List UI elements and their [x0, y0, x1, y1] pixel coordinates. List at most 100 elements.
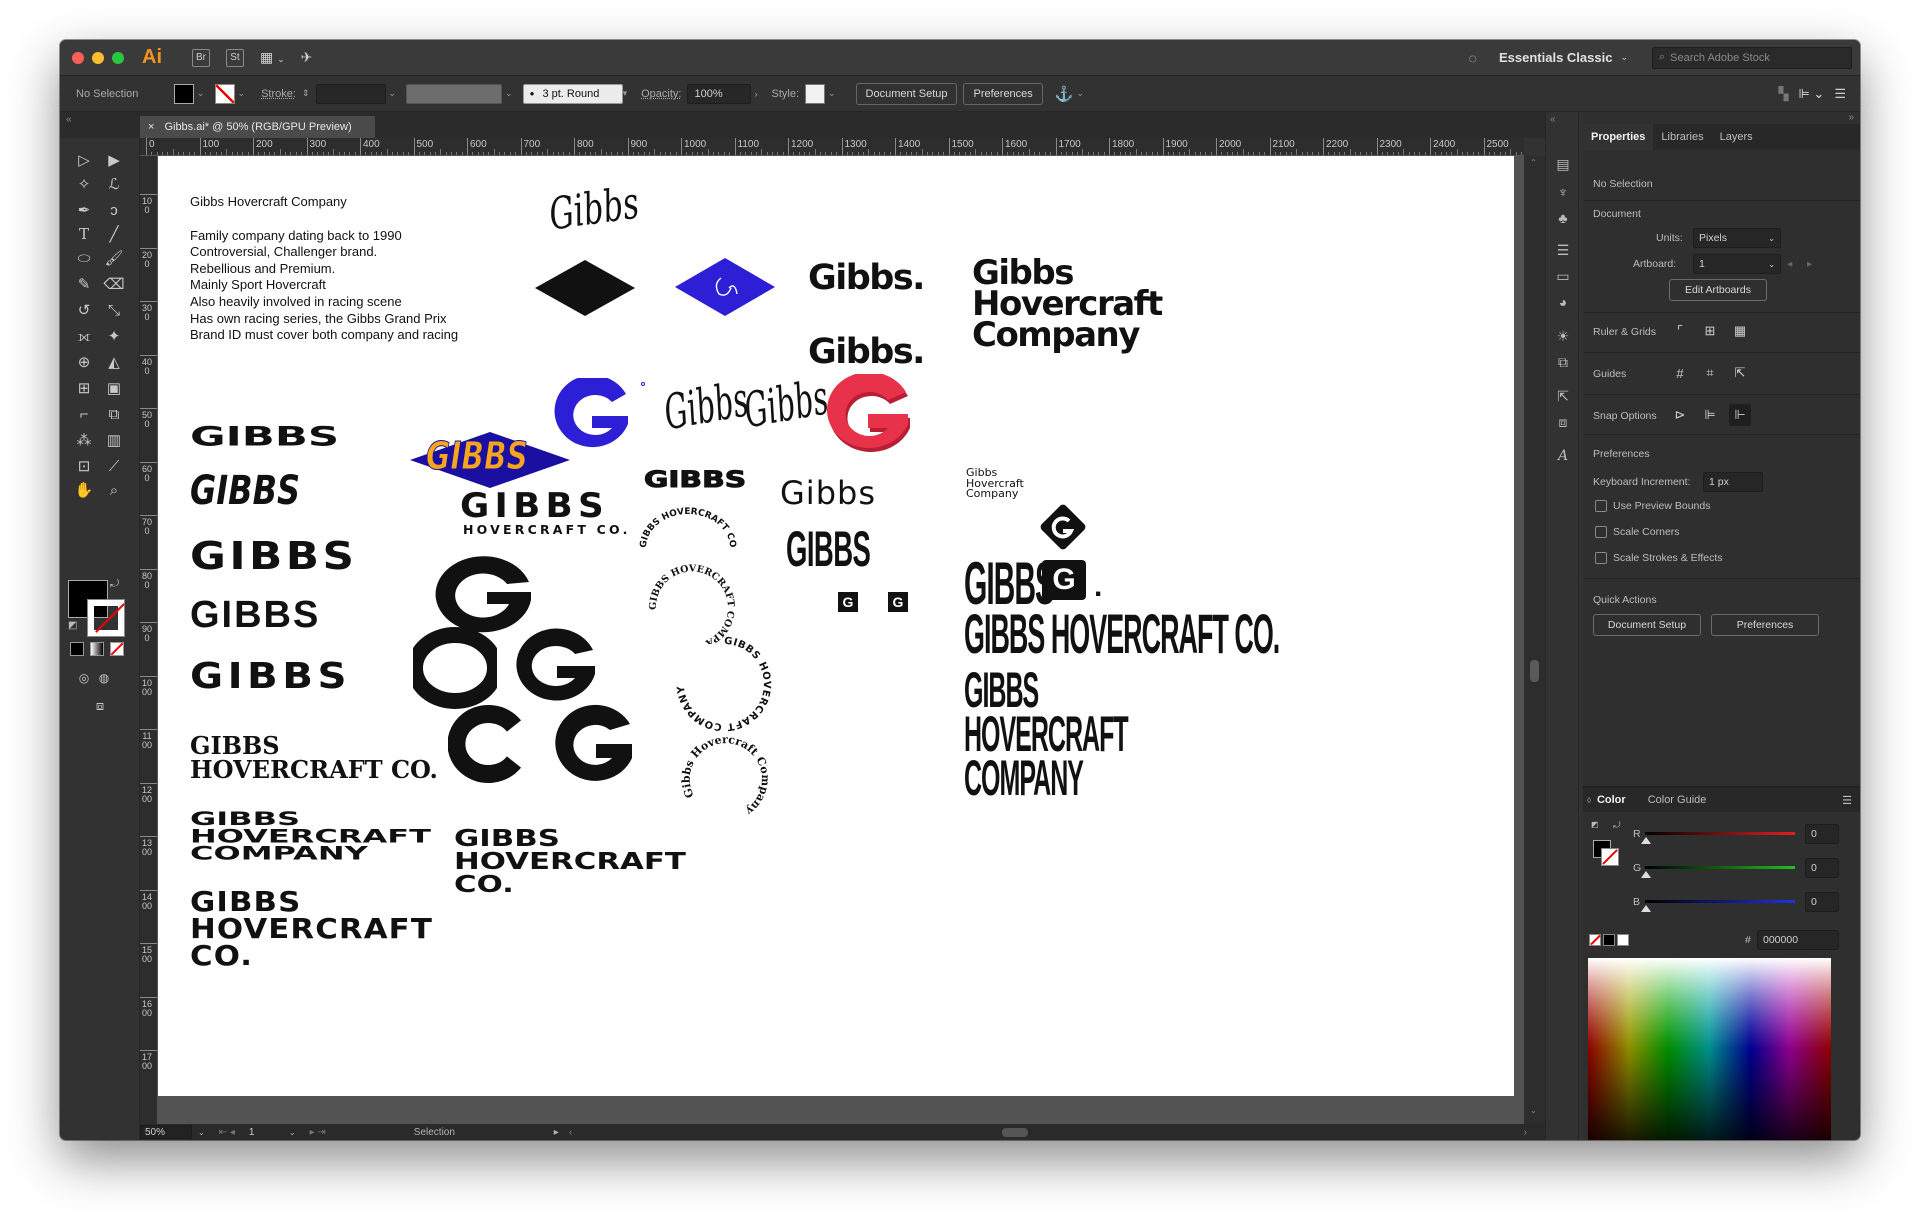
chevron-right-icon[interactable]: › [754, 89, 757, 99]
black-diamond-shape[interactable] [535, 260, 635, 316]
scroll-up-icon[interactable]: ⌃ [1530, 158, 1537, 167]
semicircle-text-logo[interactable]: GIBBS HOVERCRAFT COMPANY [642, 560, 742, 644]
direct-selection-tool-icon[interactable]: ▶ [100, 148, 128, 172]
geometric-g-mark[interactable] [433, 556, 539, 634]
condensed-g-block[interactable]: G [1042, 560, 1086, 600]
circle-text-badge[interactable]: Gibbs Hovercraft Company [678, 736, 774, 832]
line-segment-tool-icon[interactable]: ╱ [100, 222, 128, 246]
gibbs-dot-logo[interactable]: Gibbs. [808, 332, 925, 372]
white-color-swatch[interactable] [1617, 934, 1629, 946]
artboard-number-field[interactable]: 1 [245, 1125, 285, 1139]
scale-tool-icon[interactable]: ⤡ [100, 298, 128, 322]
stroke-stepper[interactable]: ⇕ [302, 88, 310, 99]
scroll-right-icon[interactable]: › [1524, 1127, 1527, 1138]
document-tab[interactable]: × Gibbs.ai* @ 50% (RGB/GPU Preview) [140, 116, 375, 138]
status-menu-icon[interactable]: ▸ [554, 1127, 559, 1138]
gibbs-wide-logo[interactable]: GIBBS [190, 534, 357, 578]
red-value-field[interactable]: 0 [1805, 824, 1839, 844]
hex-value-field[interactable]: 000000 [1757, 930, 1839, 950]
pen-tool-icon[interactable]: ✒ [70, 198, 98, 222]
width-tool-icon[interactable]: ⟗ [70, 324, 98, 348]
gpu-performance-icon[interactable]: ✈ [301, 49, 313, 66]
selection-tool-icon[interactable]: ▷ [70, 148, 98, 172]
minimize-window-button[interactable] [92, 51, 104, 64]
color-spectrum[interactable] [1588, 958, 1831, 1140]
artboard-dropdown[interactable]: 1 ⌄ [1693, 254, 1781, 274]
screen-mode-icon[interactable]: ⧈ [86, 694, 114, 718]
fill-swatch[interactable] [174, 83, 194, 104]
edit-artboards-button[interactable]: Edit Artboards [1669, 279, 1767, 301]
units-dropdown[interactable]: Pixels ⌄ [1693, 228, 1781, 248]
gibbs-italic-logo[interactable]: GIBBS [190, 468, 300, 514]
tech-stack-logo[interactable]: GIBBS HOVERCRAFT CO. [190, 888, 433, 970]
stock-button[interactable]: St [226, 48, 244, 67]
magic-wand-tool-icon[interactable]: ✧ [70, 172, 98, 196]
stroke-swatch[interactable] [214, 83, 235, 104]
chevron-down-icon[interactable]: ⌄ [1620, 52, 1628, 63]
keyboard-increment-field[interactable]: 1 px [1703, 472, 1763, 492]
circle-text-badge[interactable]: GIBBS HOVERCRAFT COMPANY [676, 636, 772, 732]
bridge-button[interactable]: Br [192, 48, 210, 67]
stroke-label[interactable]: Stroke: [261, 88, 296, 100]
panel-toggle-icon[interactable]: ◊ [1587, 796, 1591, 805]
use-preview-bounds-checkbox[interactable] [1595, 500, 1607, 512]
gibbs-condensed-logo[interactable]: GIBBS [786, 520, 871, 578]
tab-libraries[interactable]: Libraries [1653, 124, 1711, 150]
slice-tool-icon[interactable]: ⟋ [100, 454, 128, 478]
vertical-scroll-thumb[interactable] [1530, 660, 1539, 682]
snap-to-pixel-icon[interactable]: ⊫ [1699, 404, 1721, 426]
tab-color[interactable]: Color [1597, 794, 1626, 806]
eraser-tool-icon[interactable]: ⌫ [100, 272, 128, 296]
lightbulb-icon[interactable]: ◌ [1469, 50, 1477, 66]
snap-to-grid-icon[interactable]: ⊩ [1729, 404, 1751, 426]
properties-panel-icon[interactable]: ▤ [1553, 154, 1573, 174]
zoom-field[interactable]: 50% [140, 1125, 192, 1139]
gibbs-main-wordmark[interactable]: GIBBS [460, 486, 609, 526]
zoom-window-button[interactable] [112, 51, 124, 64]
black-color-swatch[interactable] [1603, 934, 1615, 946]
collapse-panels-icon[interactable]: « [1550, 114, 1556, 125]
previous-artboard-icon[interactable]: ◂ [1787, 258, 1792, 270]
chevron-down-icon[interactable]: ⌄ [289, 1128, 296, 1137]
stroke-weight-field[interactable] [315, 83, 386, 104]
opacity-label[interactable]: Opacity: [641, 88, 681, 100]
heavy-stack-logo[interactable]: GIBBS HOVERCRAFT COMPANY [190, 809, 431, 862]
lock-guides-icon[interactable]: ⌗ [1699, 362, 1721, 384]
gibbs-dot-logo[interactable]: Gibbs. [808, 258, 925, 298]
zoom-tool-icon[interactable]: ⌕ [100, 478, 128, 502]
workspace-switcher[interactable]: Essentials Classic [1499, 50, 1612, 65]
ellipse-tool-icon[interactable]: ⬭ [70, 246, 98, 270]
eyedropper-tool-icon[interactable]: ⌐ [70, 402, 98, 426]
last-artboard-icon[interactable]: ▸ ⇥ [310, 1127, 326, 1138]
tab-color-guide[interactable]: Color Guide [1648, 794, 1707, 806]
snap-to-point-icon[interactable]: ⊳ [1669, 404, 1691, 426]
blue-value-field[interactable]: 0 [1805, 892, 1839, 912]
green-slider-knob[interactable] [1641, 871, 1651, 878]
chevron-down-icon[interactable]: ⌄ [238, 88, 246, 99]
tab-layers[interactable]: Layers [1712, 124, 1761, 150]
stroke-panel-icon[interactable]: ☰ [1553, 240, 1573, 260]
quick-preferences-button[interactable]: Preferences [1711, 614, 1819, 636]
none-mode-icon[interactable] [110, 642, 124, 656]
align-options-icon[interactable]: ⚓ [1055, 85, 1074, 103]
default-colors-icon[interactable]: ◩ [68, 620, 77, 631]
grid-icon[interactable]: ⊞ [1699, 320, 1721, 342]
curvature-tool-icon[interactable]: ↄ [100, 198, 128, 222]
gibbs-rounded-logo[interactable]: Gibbs [780, 474, 876, 512]
chevron-down-icon[interactable]: ⌄ [198, 1128, 205, 1137]
tab-properties[interactable]: Properties [1583, 124, 1654, 150]
gradient-mode-icon[interactable] [90, 642, 104, 656]
scale-strokes-checkbox[interactable] [1595, 552, 1607, 564]
shaper-tool-icon[interactable]: ✎ [70, 272, 98, 296]
graphic-style-swatch[interactable] [805, 83, 825, 104]
live-paint-tool-icon[interactable]: ◭ [100, 350, 128, 374]
chevron-down-icon[interactable]: ⌄ [505, 88, 513, 99]
red-slider[interactable] [1645, 832, 1795, 835]
lasso-tool-icon[interactable]: ℒ [100, 172, 128, 196]
blue-slider[interactable] [1645, 900, 1795, 903]
gradient-panel-icon[interactable]: ▭ [1553, 266, 1573, 286]
variable-width-profile[interactable] [406, 83, 503, 104]
arrange-documents-icon[interactable]: ▦ ⌄ [260, 49, 285, 66]
type-tool-icon[interactable]: T [70, 222, 98, 246]
artboard[interactable]: Gibbs Hovercraft Company Family company … [158, 156, 1514, 1096]
